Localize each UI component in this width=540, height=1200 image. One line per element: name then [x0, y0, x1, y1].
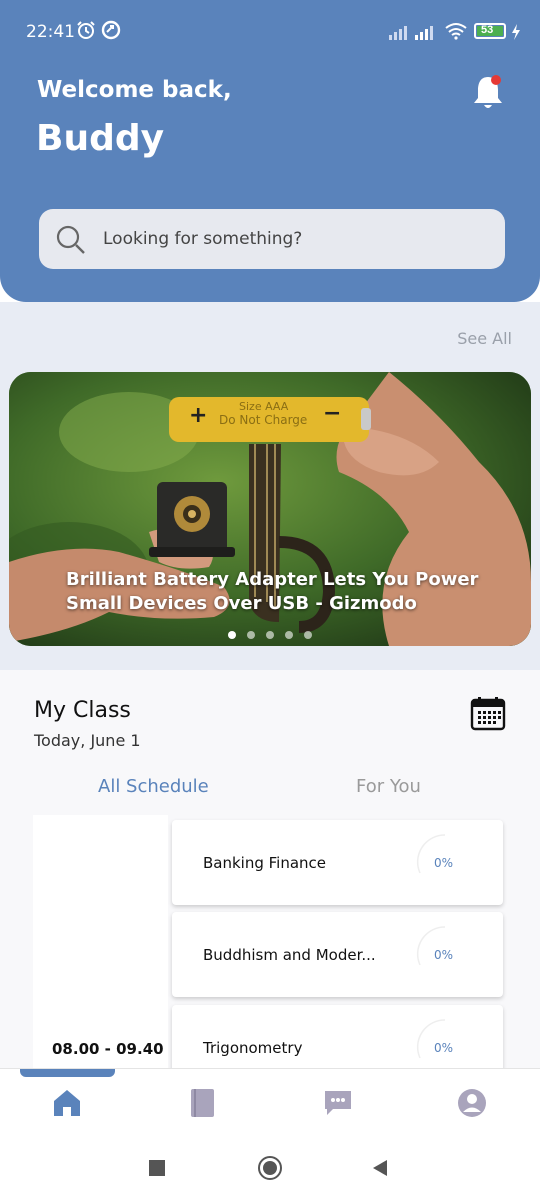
time-range: 08.00 - 09.40	[52, 1040, 164, 1058]
status-bar: 22:41 53	[0, 0, 540, 62]
carousel-dot[interactable]	[228, 631, 236, 639]
time-column: 08.00 - 09.40	[33, 815, 168, 1068]
home-button-icon[interactable]	[258, 1156, 282, 1180]
chat-icon[interactable]	[323, 1087, 353, 1119]
user-name: Buddy	[36, 118, 165, 159]
carousel-dot[interactable]	[285, 631, 293, 639]
course-title: Buddhism and Moder...	[203, 946, 376, 964]
battery-icon: 53	[474, 23, 506, 39]
see-all-link[interactable]: See All	[457, 329, 512, 348]
tab-all-schedule[interactable]: All Schedule	[98, 776, 209, 797]
system-nav-bar	[0, 1136, 540, 1200]
news-banner[interactable]: + − Size AAA Do Not Charge Brilliant Bat…	[9, 372, 531, 646]
battery-level: 53	[481, 24, 494, 36]
course-title: Banking Finance	[203, 854, 327, 872]
bottom-nav	[0, 1068, 540, 1137]
back-icon[interactable]	[371, 1159, 389, 1177]
battery-size-label: Size AAA	[239, 400, 289, 413]
signal-icon	[389, 26, 407, 40]
battery-minus-label: −	[323, 401, 341, 426]
course-title: Trigonometry	[203, 1039, 303, 1057]
notification-bell-icon[interactable]	[470, 72, 506, 112]
my-class-title: My Class	[34, 698, 131, 723]
banner-caption: Brilliant Battery Adapter Lets You Power…	[66, 569, 479, 614]
carousel-indicator	[228, 626, 323, 644]
search-bar[interactable]: Looking for something?	[39, 209, 505, 269]
battery-plus-label: +	[189, 403, 207, 428]
search-placeholder: Looking for something?	[103, 229, 303, 249]
wifi-icon	[445, 23, 467, 40]
nav-active-indicator	[20, 1069, 115, 1077]
search-icon	[56, 225, 85, 254]
home-icon[interactable]	[52, 1087, 82, 1119]
course-card[interactable]: Banking Finance 0%	[172, 820, 503, 905]
course-card[interactable]: Buddhism and Moder... 0%	[172, 912, 503, 997]
class-date: Today, June 1	[34, 731, 141, 750]
carousel-dot[interactable]	[304, 631, 312, 639]
carousel-dot[interactable]	[247, 631, 255, 639]
carousel-dot[interactable]	[266, 631, 274, 639]
recents-icon[interactable]	[149, 1160, 165, 1176]
tab-for-you[interactable]: For You	[356, 776, 421, 797]
course-progress: 0%	[434, 1041, 454, 1055]
course-progress: 0%	[434, 856, 454, 870]
book-icon[interactable]	[188, 1087, 218, 1119]
sync-icon	[101, 20, 121, 40]
welcome-text: Welcome back,	[37, 77, 232, 103]
signal-icon-2	[415, 26, 433, 40]
alarm-icon	[77, 21, 95, 39]
battery-warning-label: Do Not Charge	[219, 413, 307, 427]
status-time: 22:41	[26, 22, 75, 42]
course-progress: 0%	[434, 948, 454, 962]
calendar-icon[interactable]	[470, 696, 506, 732]
charging-icon	[512, 24, 520, 40]
profile-icon[interactable]	[457, 1087, 487, 1119]
